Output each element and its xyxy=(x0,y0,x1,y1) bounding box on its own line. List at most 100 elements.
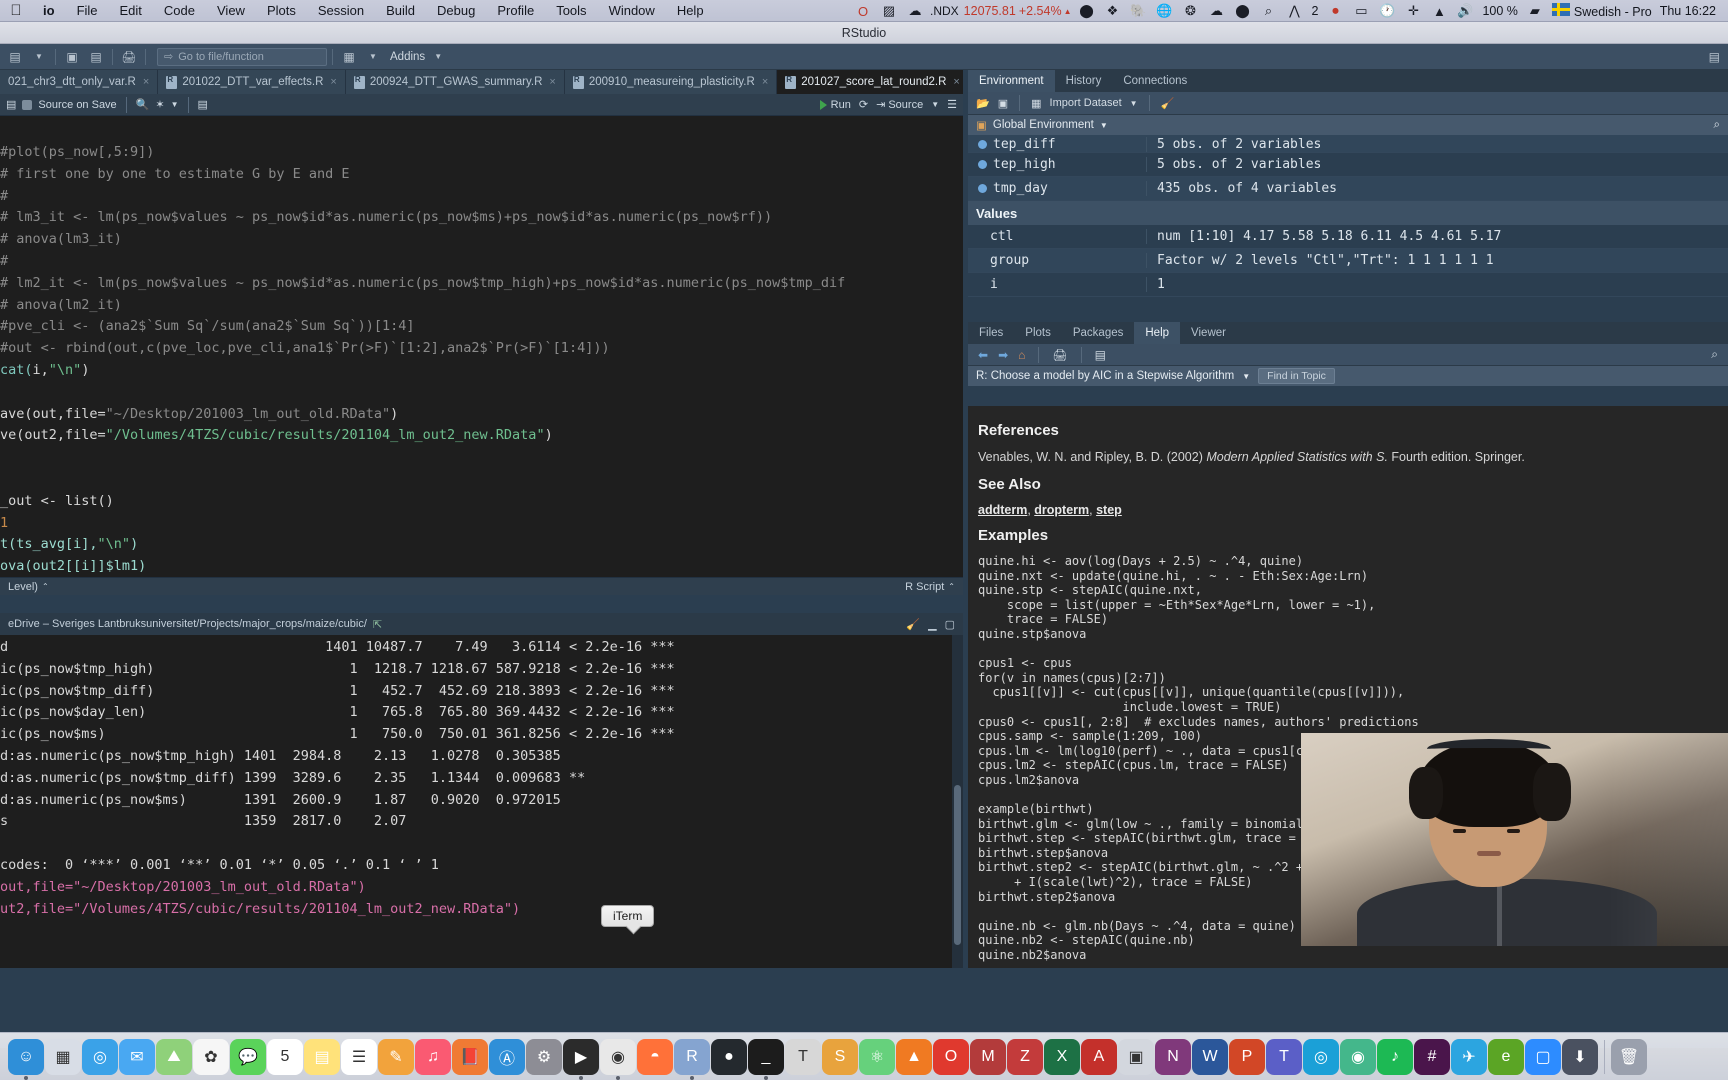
import-dataset-chevron-icon[interactable]: ▼ xyxy=(1130,99,1138,108)
dock-photos-icon[interactable]: ✿ xyxy=(193,1038,229,1075)
dock-notes-icon[interactable]: ▤ xyxy=(304,1038,340,1075)
minimize-pane-icon[interactable]: ▁ xyxy=(928,618,936,631)
dock-telegram-icon[interactable]: ✈ xyxy=(1451,1038,1487,1075)
dock-safari-icon[interactable]: ◎ xyxy=(82,1038,118,1075)
outline-icon[interactable]: ☰ xyxy=(947,98,957,111)
shredder-icon[interactable]: ▨ xyxy=(876,3,902,19)
dock-zotero-icon[interactable]: Z xyxy=(1007,1038,1043,1075)
import-dataset-icon[interactable]: ▦ xyxy=(1031,97,1041,110)
scope-chevron-icon[interactable]: ⌃ xyxy=(42,582,49,591)
dock-books-icon[interactable]: 📕 xyxy=(452,1038,488,1075)
bowler-hat-icon[interactable]: ⬤ xyxy=(1229,3,1255,19)
menu-item-view[interactable]: View xyxy=(206,3,256,18)
source-scope-label[interactable]: Level) xyxy=(8,581,38,593)
menu-item-file[interactable]: File xyxy=(66,3,109,18)
code-tools-chevron-icon[interactable]: ▼ xyxy=(171,100,179,109)
menu-item-tools[interactable]: Tools xyxy=(545,3,597,18)
dock-firefox-icon[interactable]: ◓ xyxy=(637,1038,673,1075)
clock[interactable]: Thu 16:22 xyxy=(1656,4,1720,18)
help-search-icon[interactable]: ⌕ xyxy=(1711,347,1718,362)
environment-row[interactable]: tep_diff 5 obs. of 2 variables xyxy=(968,135,1728,153)
dock-terminal-icon[interactable]: ▶ xyxy=(563,1038,599,1080)
help-topic-chevron-icon[interactable]: ▼ xyxy=(1242,372,1250,381)
environment-row[interactable]: i1 xyxy=(968,273,1728,297)
dock-maps-icon[interactable]: ⛰ xyxy=(156,1038,192,1075)
source-tab-1[interactable]: 201022_DTT_var_effects.R × xyxy=(158,70,346,94)
dock-evernote-icon[interactable]: e xyxy=(1488,1038,1524,1075)
stock-value[interactable]: 12075.81 xyxy=(961,4,1019,18)
code-tools-icon[interactable]: ✶ xyxy=(155,98,164,111)
close-icon[interactable]: × xyxy=(143,76,149,88)
menu-item-plots[interactable]: Plots xyxy=(256,3,307,18)
maximize-pane-icon[interactable]: ▢ xyxy=(945,618,955,631)
dock-rstudio-icon[interactable]: R xyxy=(674,1038,710,1080)
open-in-new-window-icon[interactable]: ⇱ xyxy=(373,618,382,631)
stock-change[interactable]: +2.54% xyxy=(1019,4,1064,18)
airplay-icon[interactable]: ▭ xyxy=(1348,3,1374,19)
dock-spotify-icon[interactable]: ♪ xyxy=(1377,1038,1413,1075)
environment-row[interactable]: tmp_day 435 obs. of 4 variables xyxy=(968,177,1728,201)
dock-textmate-icon[interactable]: T xyxy=(785,1038,821,1075)
dock-zoom-icon[interactable]: ▢ xyxy=(1525,1038,1561,1075)
dock-finder-icon[interactable]: ☺ xyxy=(8,1038,44,1080)
tab-plots[interactable]: Plots xyxy=(1014,322,1062,344)
dock-appstore-icon[interactable]: Ⓐ xyxy=(489,1038,525,1075)
dock-launchpad-icon[interactable]: ▦ xyxy=(45,1038,81,1075)
bluetooth-icon[interactable]: ✛ xyxy=(1400,3,1426,19)
source-tab-4-active[interactable]: 201027_score_lat_round2.R × xyxy=(777,70,963,94)
new-file-icon[interactable]: ▤ xyxy=(4,47,26,67)
close-icon[interactable]: × xyxy=(549,76,555,88)
print-icon[interactable]: 🖨 xyxy=(118,47,140,67)
forward-icon[interactable]: ➡ xyxy=(998,348,1008,362)
environment-row[interactable]: tep_high 5 obs. of 2 variables xyxy=(968,153,1728,177)
project-none-icon[interactable]: ▤ xyxy=(1709,50,1728,64)
dock-preview-icon[interactable]: ▣ xyxy=(1118,1038,1154,1075)
source-button[interactable]: ⇥ Source xyxy=(876,98,923,111)
time-machine-icon[interactable]: 🕐 xyxy=(1374,3,1400,19)
source-tab-3[interactable]: 200910_measureing_plasticity.R × xyxy=(564,70,778,94)
code-editor[interactable]: #plot(ps_now[,5:9]) # first one by one to… xyxy=(0,140,963,577)
dock-anaconda-icon[interactable]: ◉ xyxy=(1340,1038,1376,1075)
console-scrollbar[interactable] xyxy=(952,635,963,968)
compile-report-icon[interactable]: ▤ xyxy=(198,98,208,111)
home-icon[interactable]: ⌂ xyxy=(1018,348,1025,362)
menu-item-code[interactable]: Code xyxy=(153,3,206,18)
alfred-icon[interactable]: ⋀ xyxy=(1281,3,1307,19)
dock-onenote-icon[interactable]: N xyxy=(1155,1038,1191,1075)
import-dataset-label[interactable]: Import Dataset xyxy=(1050,97,1122,109)
battery-icon[interactable]: ▰ xyxy=(1522,3,1548,19)
menu-item-edit[interactable]: Edit xyxy=(109,3,153,18)
back-icon[interactable]: ⬅ xyxy=(978,348,988,362)
link-step[interactable]: step xyxy=(1096,503,1122,517)
expand-object-icon[interactable] xyxy=(978,140,987,149)
dock-downloads-stack-icon[interactable]: ⬇ xyxy=(1562,1038,1598,1075)
sleep-icon[interactable]: ☁ xyxy=(902,3,928,19)
menu-item-debug[interactable]: Debug xyxy=(426,3,486,18)
dock-mail-icon[interactable]: ✉ xyxy=(119,1038,155,1075)
expand-object-icon[interactable] xyxy=(978,184,987,193)
dropbox-icon[interactable]: ❖ xyxy=(1099,3,1125,19)
dock-acrobat-icon[interactable]: A xyxy=(1081,1038,1117,1075)
addins-grid-icon[interactable]: ▦ xyxy=(338,47,360,67)
close-icon[interactable]: × xyxy=(953,76,959,88)
close-icon[interactable]: × xyxy=(330,76,336,88)
dock-mendeley-icon[interactable]: M xyxy=(970,1038,1006,1075)
save-workspace-icon[interactable]: ▣ xyxy=(998,97,1008,110)
wechat-icon[interactable]: ❂ xyxy=(1177,3,1203,19)
print-icon[interactable]: 🖨 xyxy=(1052,348,1067,362)
dock-teams-icon[interactable]: T xyxy=(1266,1038,1302,1075)
menu-item-help[interactable]: Help xyxy=(666,3,715,18)
battery-percent[interactable]: 100 % xyxy=(1478,4,1521,18)
dock-iterm-icon[interactable]: _ xyxy=(748,1038,784,1080)
rerun-icon[interactable]: ⟳ xyxy=(859,98,868,111)
tab-viewer[interactable]: Viewer xyxy=(1180,322,1237,344)
dock-trash-icon[interactable]: 🗑 xyxy=(1611,1038,1647,1075)
link-addterm[interactable]: addterm xyxy=(978,503,1027,517)
source-on-save-checkbox[interactable] xyxy=(22,99,33,110)
tab-help[interactable]: Help xyxy=(1134,322,1181,344)
qq-icon[interactable]: ⬤ xyxy=(1073,3,1099,19)
menu-item-app[interactable]: io xyxy=(32,3,66,18)
timemachine-record-icon[interactable]: ⏺ xyxy=(1322,3,1348,19)
expand-object-icon[interactable] xyxy=(978,160,987,169)
input-source[interactable]: Swedish - Pro xyxy=(1548,3,1656,19)
